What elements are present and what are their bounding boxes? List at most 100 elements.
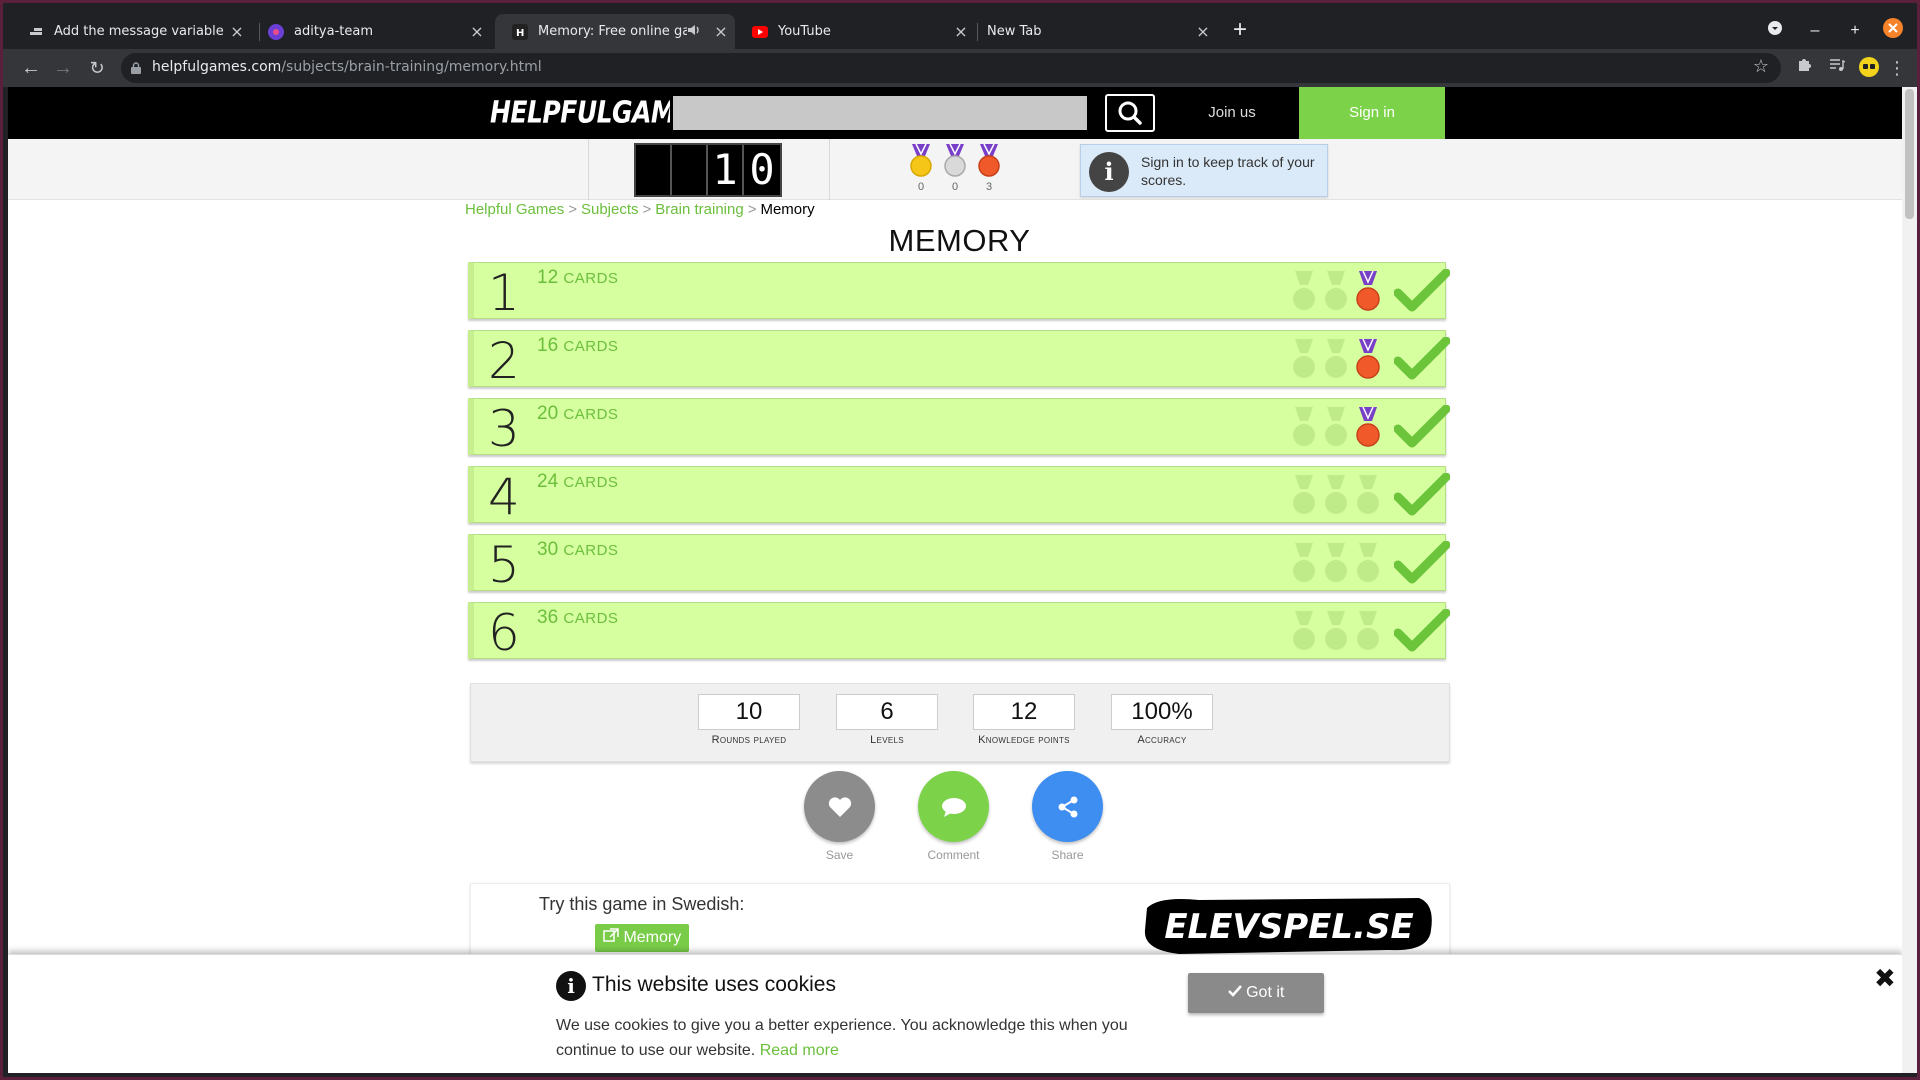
card-count-unit: CARDS [563, 610, 619, 627]
cookie-close-icon[interactable]: ✖ [1874, 963, 1896, 994]
save-button[interactable] [804, 771, 875, 842]
tab-close-icon[interactable]: × [707, 22, 735, 41]
silver-medal: 0 [940, 142, 970, 193]
web-page: HELPFULGAMES Join us Sign in 1 0 0 0 3 i… [8, 87, 1902, 1073]
level-row-2[interactable]: 2 16 CARDS [468, 330, 1450, 390]
card-count-value: 12 [537, 267, 559, 288]
tab-search-icon[interactable] [1761, 17, 1789, 45]
action-buttons: Save Comment Share [804, 771, 1103, 862]
card-count-unit: CARDS [563, 338, 619, 355]
page-scrollbar[interactable] [1902, 87, 1917, 1073]
medal-slot-icon [1293, 271, 1315, 310]
score-bar: 1 0 0 0 3 i Sign in to keep track of you… [8, 139, 1902, 200]
reload-icon[interactable]: ↻ [83, 54, 111, 82]
tab-message-variable[interactable]: Add the message variable - St × [11, 14, 251, 49]
tab-close-icon[interactable]: × [463, 22, 491, 41]
sign-in-info-box: i Sign in to keep track of your scores. [1080, 144, 1328, 197]
tab-aditya-team[interactable]: aditya-team × [251, 14, 491, 49]
try-swedish-text: Try this game in Swedish: [539, 894, 745, 914]
completed-check-icon [1394, 269, 1450, 312]
bronze-medal-icon [1356, 270, 1380, 311]
bronze-medal-icon [1356, 406, 1380, 447]
read-more-link[interactable]: Read more [760, 1042, 839, 1059]
tab-youtube[interactable]: YouTube × [735, 14, 975, 49]
back-arrow-icon[interactable]: ← [17, 54, 45, 82]
medal-slot-icon [1325, 543, 1347, 582]
comment-button[interactable] [918, 771, 989, 842]
level-card-count: 20 CARDS [537, 403, 618, 425]
close-window-icon[interactable] [1879, 17, 1907, 45]
extensions-puzzle-icon[interactable] [1793, 56, 1817, 80]
tab-title: YouTube [778, 24, 831, 39]
level-number: 6 [488, 604, 520, 662]
join-us-link[interactable]: Join us [1162, 87, 1302, 139]
tab-memory-game[interactable]: H Memory: Free online game × [495, 14, 735, 49]
bookmark-star-icon[interactable]: ☆ [1753, 56, 1769, 77]
maximize-icon[interactable]: + [1841, 17, 1869, 45]
minimize-icon[interactable]: – [1801, 17, 1829, 45]
level-row-3[interactable]: 3 20 CARDS [468, 398, 1450, 458]
breadcrumb-separator: > [568, 201, 577, 218]
level-medals [1289, 541, 1383, 585]
tab-close-icon[interactable]: × [1189, 22, 1217, 41]
cookie-title: This website uses cookies [592, 973, 836, 996]
level-row-5[interactable]: 5 30 CARDS [468, 534, 1450, 594]
search-button[interactable] [1105, 94, 1155, 132]
stat-label: Rounds played [711, 734, 787, 746]
elevspel-logo[interactable]: ELEVSPEL.SE [1139, 890, 1439, 960]
score-counter-box: 1 0 [588, 139, 830, 200]
profile-avatar-icon[interactable] [1857, 56, 1881, 80]
share-action[interactable]: Share [1032, 771, 1103, 862]
breadcrumb-link-subjects[interactable]: Subjects [581, 201, 639, 218]
medal-summary: 0 0 3 [906, 142, 1004, 193]
tab-close-icon[interactable]: × [223, 22, 251, 41]
stats-panel: 10 Rounds played 6 Levels 12 Knowledge p… [470, 683, 1450, 762]
heart-icon [828, 796, 851, 817]
speaker-icon[interactable] [687, 24, 707, 39]
level-row-6[interactable]: 6 36 CARDS [468, 602, 1450, 662]
level-list: 1 12 CARDS 2 16 CARDS 3 20 CARDS 4 24 CARDS 5 30 … [468, 262, 1450, 670]
checkmark-icon [1227, 985, 1242, 997]
youtube-icon [752, 24, 768, 40]
got-it-button[interactable]: Got it [1188, 973, 1324, 1013]
comment-action[interactable]: Comment [918, 771, 989, 862]
forward-arrow-icon[interactable]: → [49, 54, 77, 82]
external-link-icon [603, 928, 619, 942]
stat-label: Accuracy [1137, 734, 1187, 746]
sign-in-button[interactable]: Sign in [1299, 87, 1445, 139]
share-icon [1058, 796, 1077, 817]
svg-text:H: H [516, 28, 524, 38]
level-number: 1 [488, 264, 520, 322]
card-count-value: 30 [537, 539, 559, 560]
scrollbar-thumb[interactable] [1905, 89, 1914, 219]
level-row-4[interactable]: 4 24 CARDS [468, 466, 1450, 526]
site-search-input[interactable] [670, 93, 1090, 133]
got-it-label: Got it [1246, 984, 1285, 1001]
tab-close-icon[interactable]: × [947, 22, 975, 41]
bronze-medal-icon [978, 143, 1000, 177]
completed-check-icon [1394, 337, 1450, 380]
media-control-icon[interactable] [1825, 56, 1849, 80]
breadcrumb-link-home[interactable]: Helpful Games [465, 201, 564, 218]
browser-menu-icon[interactable]: ⋮ [1885, 56, 1909, 80]
save-action[interactable]: Save [804, 771, 875, 862]
browser-window: Add the message variable - St × aditya-t… [3, 3, 1917, 1077]
browser-toolbar: ← → ↻ helpfulgames.com/subjects/brain-tr… [3, 49, 1917, 87]
medal-slot-icon [1357, 475, 1379, 514]
helpfulgames-favicon-icon: H [512, 23, 528, 40]
tab-new-tab[interactable]: New Tab × [977, 14, 1217, 49]
medal-slot-icon [1357, 543, 1379, 582]
level-number: 3 [488, 400, 520, 458]
address-bar[interactable]: helpfulgames.com/subjects/brain-training… [121, 53, 1781, 83]
swedish-memory-button[interactable]: Memory [595, 924, 690, 952]
medal-slot-icon [1325, 271, 1347, 310]
new-tab-plus-icon[interactable]: + [1226, 16, 1254, 44]
elevspel-logo-text: ELEVSPEL.SE [1164, 907, 1413, 947]
breadcrumb-link-brain-training[interactable]: Brain training [655, 201, 743, 218]
level-row-1[interactable]: 1 12 CARDS [468, 262, 1450, 322]
share-button[interactable] [1032, 771, 1103, 842]
gold-medal: 0 [906, 142, 936, 193]
score-digit: 1 [708, 145, 744, 195]
comment-icon [941, 797, 966, 817]
level-card-count: 12 CARDS [537, 267, 618, 289]
